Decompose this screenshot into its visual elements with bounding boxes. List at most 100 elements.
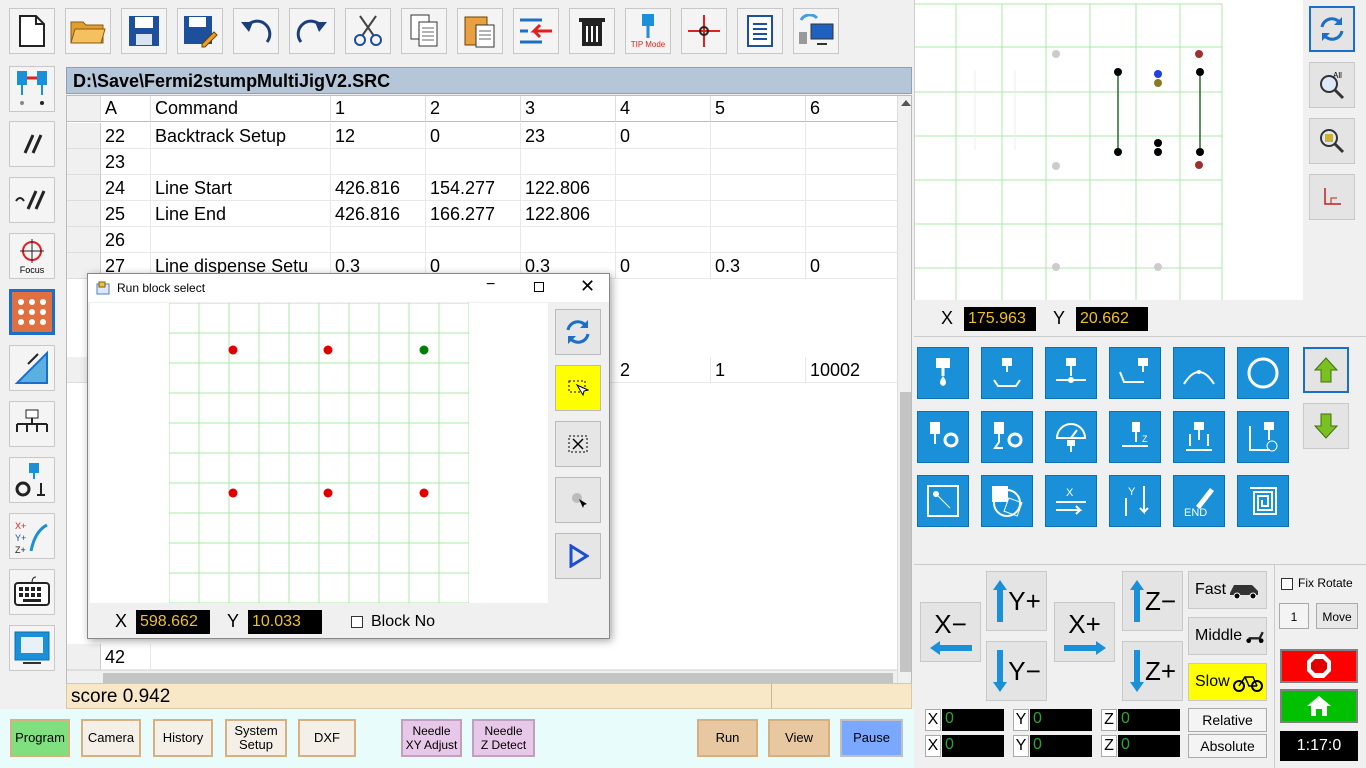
table-cell[interactable] bbox=[711, 149, 806, 175]
move-down-button[interactable] bbox=[1303, 403, 1349, 449]
column-header-5[interactable]: 5 bbox=[711, 96, 806, 122]
table-cell[interactable] bbox=[616, 149, 711, 175]
save-button[interactable] bbox=[121, 8, 167, 54]
table-cell[interactable]: 0 bbox=[426, 123, 521, 149]
row-number[interactable]: 26 bbox=[101, 227, 151, 253]
preview-refresh-button[interactable] bbox=[1309, 6, 1355, 52]
x-offset-tool[interactable]: X bbox=[1045, 475, 1097, 527]
run-button[interactable]: Run bbox=[697, 719, 758, 757]
column-header-3[interactable]: 3 bbox=[521, 96, 616, 122]
point-select-button[interactable] bbox=[555, 477, 601, 523]
delete-button[interactable] bbox=[569, 8, 615, 54]
block-dot[interactable] bbox=[228, 488, 238, 498]
table-cell[interactable] bbox=[806, 175, 901, 201]
row-header[interactable] bbox=[67, 644, 101, 670]
rotate-value-field[interactable]: 1 bbox=[1279, 603, 1309, 629]
line-setup-tool[interactable] bbox=[981, 411, 1033, 463]
rotate-pattern-tool[interactable] bbox=[981, 475, 1033, 527]
speed-middle-button[interactable]: Middle bbox=[1188, 617, 1267, 655]
column-header-command[interactable]: Command bbox=[151, 96, 331, 122]
pause-button[interactable]: Pause bbox=[840, 719, 903, 757]
block-dot[interactable] bbox=[419, 488, 429, 498]
redo-button[interactable] bbox=[289, 8, 335, 54]
speed-fast-button[interactable]: Fast bbox=[1188, 571, 1267, 609]
parallel-lines-button[interactable] bbox=[9, 121, 55, 167]
zoom-window-button[interactable] bbox=[1309, 118, 1355, 164]
table-cell[interactable]: 426.816 bbox=[331, 201, 426, 227]
table-cell[interactable] bbox=[806, 149, 901, 175]
row-header[interactable] bbox=[67, 201, 101, 227]
table-cell[interactable] bbox=[616, 227, 711, 253]
minimize-button[interactable]: − bbox=[486, 276, 495, 294]
row-number[interactable]: 42 bbox=[101, 644, 151, 670]
copy-button[interactable] bbox=[401, 8, 447, 54]
undo-button[interactable] bbox=[233, 8, 279, 54]
table-cell[interactable]: 0.3 bbox=[711, 253, 806, 279]
relative-button[interactable]: Relative bbox=[1188, 708, 1267, 732]
table-row[interactable]: 23 bbox=[67, 149, 901, 175]
paste-button[interactable] bbox=[457, 8, 503, 54]
table-cell[interactable]: 426.816 bbox=[331, 175, 426, 201]
new-file-button[interactable] bbox=[9, 8, 55, 54]
view-button[interactable]: View bbox=[768, 719, 830, 757]
table-cell[interactable] bbox=[616, 175, 711, 201]
emergency-stop-button[interactable] bbox=[1280, 649, 1358, 683]
arc-tool[interactable] bbox=[1173, 347, 1225, 399]
scroll-up-icon[interactable] bbox=[901, 100, 911, 106]
jog-x-plus-button[interactable]: X+ bbox=[1054, 602, 1115, 662]
maximize-button[interactable] bbox=[534, 282, 544, 292]
table-cell[interactable] bbox=[521, 227, 616, 253]
row-header[interactable] bbox=[67, 123, 101, 149]
table-row[interactable]: 42 bbox=[67, 644, 897, 670]
table-cell[interactable]: 122.806 bbox=[521, 175, 616, 201]
document-list-button[interactable] bbox=[737, 8, 783, 54]
open-folder-button[interactable] bbox=[65, 8, 111, 54]
needle-z-detect-button[interactable]: Needle Z Detect bbox=[472, 719, 535, 757]
block-no-checkbox[interactable] bbox=[351, 616, 363, 628]
jog-y-plus-button[interactable]: Y+ bbox=[986, 571, 1047, 631]
table-row[interactable]: 22 Backtrack Setup 12 0 23 0 bbox=[67, 123, 901, 149]
dot-pattern-tool[interactable] bbox=[917, 475, 969, 527]
command-cell[interactable]: Line End bbox=[151, 201, 331, 227]
select-area-button[interactable] bbox=[555, 365, 601, 411]
table-cell[interactable] bbox=[426, 227, 521, 253]
jog-x-minus-button[interactable]: X− bbox=[920, 602, 981, 662]
history-tab-button[interactable]: History bbox=[153, 719, 213, 757]
row-number[interactable]: 22 bbox=[101, 123, 151, 149]
needle-xy-adjust-button[interactable]: Needle XY Adjust bbox=[401, 719, 462, 757]
command-cell[interactable]: Backtrack Setup bbox=[151, 123, 331, 149]
jog-y-minus-button[interactable]: Y− bbox=[986, 641, 1047, 701]
table-cell[interactable]: 0 bbox=[806, 253, 901, 279]
cut-button[interactable] bbox=[345, 8, 391, 54]
hierarchy-button[interactable] bbox=[9, 401, 55, 447]
table-cell[interactable]: 10002 bbox=[806, 357, 901, 383]
column-header-2[interactable]: 2 bbox=[426, 96, 521, 122]
zoom-all-button[interactable]: All bbox=[1309, 62, 1355, 108]
keyboard-button[interactable] bbox=[9, 569, 55, 615]
dialog-refresh-button[interactable] bbox=[555, 309, 601, 355]
table-cell[interactable] bbox=[711, 175, 806, 201]
row-number[interactable]: 24 bbox=[101, 175, 151, 201]
table-cell[interactable] bbox=[331, 149, 426, 175]
measure-button[interactable] bbox=[9, 345, 55, 391]
move-up-button[interactable] bbox=[1303, 347, 1349, 393]
vertical-scrollbar[interactable] bbox=[897, 96, 911, 684]
table-cell[interactable] bbox=[711, 123, 806, 149]
table-cell[interactable]: 0 bbox=[616, 253, 711, 279]
table-cell[interactable] bbox=[616, 201, 711, 227]
column-header-4[interactable]: 4 bbox=[616, 96, 711, 122]
table-row[interactable]: 25 Line End 426.816 166.277 122.806 bbox=[67, 201, 901, 227]
move-button[interactable]: Move bbox=[1316, 603, 1358, 629]
origin-button[interactable] bbox=[1309, 174, 1355, 220]
focus-button[interactable]: Focus bbox=[9, 233, 55, 279]
offset-lines-button[interactable] bbox=[9, 177, 55, 223]
tip-mode-button[interactable]: TIP Mode bbox=[625, 8, 671, 54]
line-dispense-tool[interactable] bbox=[981, 347, 1033, 399]
speed-slow-button[interactable]: Slow bbox=[1188, 663, 1267, 701]
end-program-tool[interactable]: END bbox=[1173, 475, 1225, 527]
dxf-tab-button[interactable]: DXF bbox=[298, 719, 356, 757]
dispense-mode-button[interactable] bbox=[9, 66, 55, 112]
absolute-button[interactable]: Absolute bbox=[1188, 734, 1267, 758]
table-cell[interactable] bbox=[711, 201, 806, 227]
table-cell[interactable] bbox=[806, 123, 901, 149]
